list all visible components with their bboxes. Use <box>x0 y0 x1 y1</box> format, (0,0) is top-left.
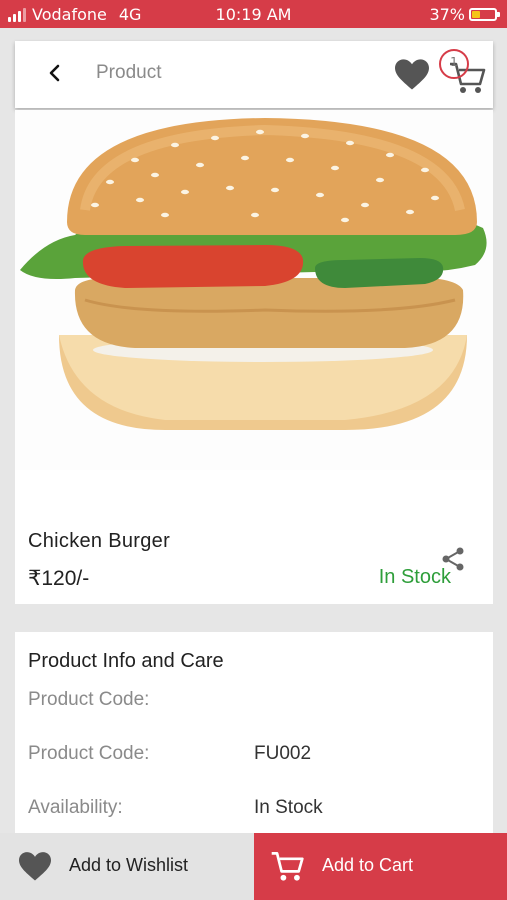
wishlist-label: Add to Wishlist <box>69 855 189 875</box>
info-value: FU002 <box>254 743 312 764</box>
add-to-cart-button[interactable]: Add to Cart <box>254 833 507 900</box>
stock-status: In Stock <box>378 566 451 588</box>
product-card: Chicken Burger ₹120/- In Stock <box>15 110 493 604</box>
cart-label: Add to Cart <box>322 855 414 875</box>
add-to-wishlist-button[interactable]: Add to Wishlist <box>0 833 254 900</box>
heart-icon[interactable] <box>393 57 431 91</box>
info-title: Product Info and Care <box>28 650 224 672</box>
bottom-action-bar: Add to Wishlist Add to Cart <box>0 833 507 900</box>
status-bar: Vodafone 4G 10:19 AM 37% <box>0 0 507 28</box>
product-price: ₹120/- <box>28 567 90 590</box>
info-label: Product Code: <box>28 689 150 710</box>
cart-icon <box>271 852 304 881</box>
cart-count-badge[interactable]: 1 <box>439 49 469 79</box>
info-label: Product Code: <box>28 743 150 764</box>
battery-icon <box>469 8 500 21</box>
back-arrow-icon[interactable] <box>43 61 67 85</box>
app-header: Product 1 <box>15 41 493 108</box>
battery-percent: 37% <box>429 5 465 24</box>
info-value: In Stock <box>254 797 323 818</box>
battery-status: 37% <box>429 5 500 24</box>
product-name: Chicken Burger <box>28 530 171 552</box>
info-label: Availability: <box>28 797 123 818</box>
product-image <box>15 110 493 470</box>
product-info-card: Product Info and Care Product Code: Prod… <box>15 632 493 842</box>
heart-icon <box>19 852 51 881</box>
page-title: Product <box>96 62 162 83</box>
